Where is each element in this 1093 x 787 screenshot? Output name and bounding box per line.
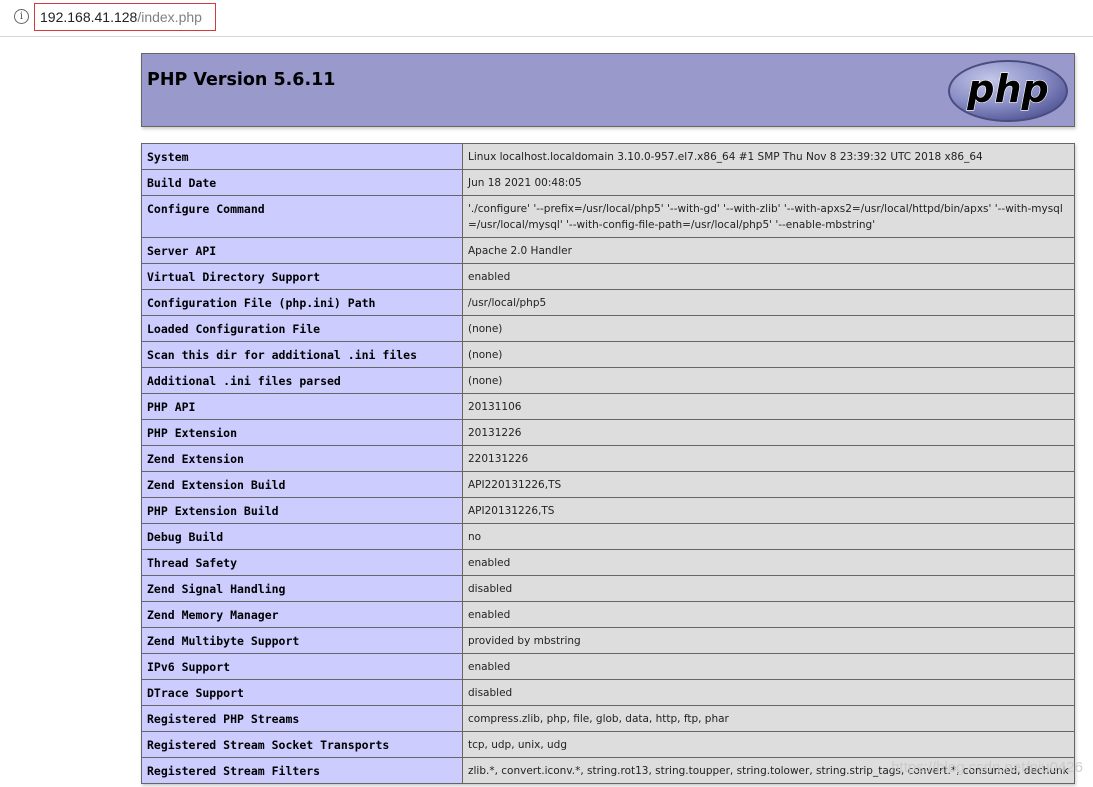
row-value: no (462, 523, 1075, 550)
browser-address-bar[interactable]: i 192.168.41.128/index.php (0, 0, 1093, 37)
table-row: Configure Command './configure' '--prefix… (141, 195, 1075, 238)
table-row: PHP API 20131106 (141, 393, 1075, 420)
page-title: PHP Version 5.6.11 (147, 70, 336, 90)
row-value: enabled (462, 601, 1075, 628)
url-host: 192.168.41.128 (40, 9, 138, 25)
row-value: provided by mbstring (462, 627, 1075, 654)
row-key: Zend Extension Build (141, 471, 463, 498)
row-key: Registered Stream Filters (141, 757, 463, 784)
row-value: disabled (462, 575, 1075, 602)
phpinfo-header: PHP Version 5.6.11 php (141, 53, 1075, 127)
row-key: PHP Extension Build (141, 497, 463, 524)
table-row: Zend Extension Build API220131226,TS (141, 471, 1075, 498)
table-row: Debug Build no (141, 523, 1075, 550)
table-row: Configuration File (php.ini) Path/usr/lo… (141, 289, 1075, 316)
row-key: Scan this dir for additional .ini files (141, 341, 463, 368)
row-value: './configure' '--prefix=/usr/local/php5'… (462, 195, 1075, 238)
row-key: Zend Memory Manager (141, 601, 463, 628)
row-value: /usr/local/php5 (462, 289, 1075, 316)
url-path: /index.php (137, 9, 202, 25)
table-row: Scan this dir for additional .ini files(… (141, 341, 1075, 368)
table-row: Zend Signal Handling disabled (141, 575, 1075, 602)
row-key: PHP Extension (141, 419, 463, 446)
php-logo[interactable]: php (947, 59, 1069, 123)
row-value: (none) (462, 315, 1075, 342)
table-row: IPv6 Support enabled (141, 653, 1075, 680)
table-row: PHP Extension 20131226 (141, 419, 1075, 446)
row-value: tcp, udp, unix, udg (462, 731, 1075, 758)
row-key: Zend Extension (141, 445, 463, 472)
table-row: System Linux localhost.localdomain 3.10.0… (141, 143, 1075, 170)
row-key: Configuration File (php.ini) Path (141, 289, 463, 316)
row-value: Apache 2.0 Handler (462, 237, 1075, 264)
row-value: API20131226,TS (462, 497, 1075, 524)
table-row: Virtual Directory Support enabled (141, 263, 1075, 290)
phpinfo-table: System Linux localhost.localdomain 3.10.0… (141, 143, 1075, 784)
table-row: Build Date Jun 18 2021 00:48:05 (141, 169, 1075, 196)
table-row: Thread Safety enabled (141, 549, 1075, 576)
row-key: Registered Stream Socket Transports (141, 731, 463, 758)
row-value: Jun 18 2021 00:48:05 (462, 169, 1075, 196)
row-value: Linux localhost.localdomain 3.10.0-957.e… (462, 143, 1075, 170)
row-value: enabled (462, 653, 1075, 680)
row-key: Thread Safety (141, 549, 463, 576)
row-value: 20131226 (462, 419, 1075, 446)
row-value: 20131106 (462, 393, 1075, 420)
row-key: Debug Build (141, 523, 463, 550)
table-row: Server API Apache 2.0 Handler (141, 237, 1075, 264)
row-key: Server API (141, 237, 463, 264)
row-key: Additional .ini files parsed (141, 367, 463, 394)
row-value: compress.zlib, php, file, glob, data, ht… (462, 705, 1075, 732)
row-value: enabled (462, 549, 1075, 576)
row-key: Loaded Configuration File (141, 315, 463, 342)
row-key: IPv6 Support (141, 653, 463, 680)
row-key: System (141, 143, 463, 170)
table-row: Zend Multibyte Support provided by mbstri… (141, 627, 1075, 654)
row-key: Virtual Directory Support (141, 263, 463, 290)
row-value: 220131226 (462, 445, 1075, 472)
row-key: PHP API (141, 393, 463, 420)
table-row: Zend Extension 220131226 (141, 445, 1075, 472)
row-key: Configure Command (141, 195, 463, 238)
row-value: disabled (462, 679, 1075, 706)
watermark: https://blog.csdn.net/niu0426 (891, 759, 1083, 776)
row-value: API220131226,TS (462, 471, 1075, 498)
row-key: Zend Multibyte Support (141, 627, 463, 654)
table-row: DTrace Support disabled (141, 679, 1075, 706)
row-value: (none) (462, 367, 1075, 394)
table-row: Loaded Configuration File (none) (141, 315, 1075, 342)
info-icon[interactable]: i (14, 9, 29, 24)
row-key: Zend Signal Handling (141, 575, 463, 602)
url-text[interactable]: 192.168.41.128/index.php (40, 9, 202, 25)
row-key: Registered PHP Streams (141, 705, 463, 732)
table-row: Additional .ini files parsed (none) (141, 367, 1075, 394)
row-key: DTrace Support (141, 679, 463, 706)
row-key: Build Date (141, 169, 463, 196)
svg-text:php: php (966, 67, 1048, 111)
url-highlight-box[interactable]: 192.168.41.128/index.php (34, 3, 216, 31)
table-row: PHP Extension Build API20131226,TS (141, 497, 1075, 524)
row-value: (none) (462, 341, 1075, 368)
phpinfo-table-body: System Linux localhost.localdomain 3.10.0… (141, 143, 1075, 784)
table-row: Registered PHP Streams compress.zlib, php… (141, 705, 1075, 732)
table-row: Zend Memory Manager enabled (141, 601, 1075, 628)
table-row: Registered Stream Socket Transports tcp, … (141, 731, 1075, 758)
row-value: enabled (462, 263, 1075, 290)
